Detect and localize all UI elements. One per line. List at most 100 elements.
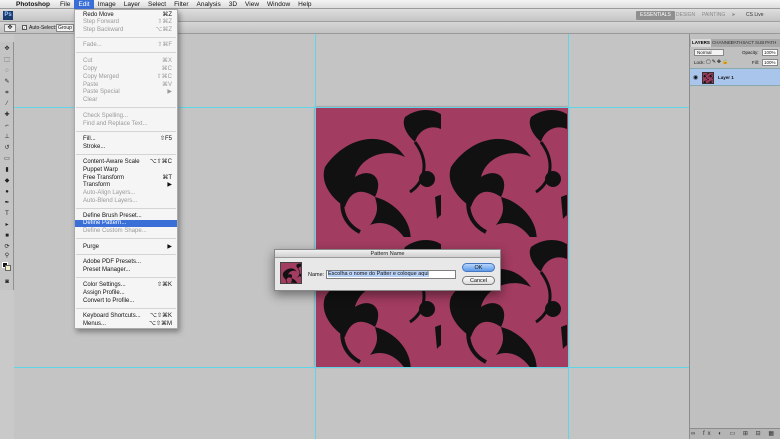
menu-item-find-replace[interactable]: Find and Replace Text... [75,121,177,128]
menu-item-preset-manager[interactable]: Preset Manager... [75,267,177,274]
auto-select-label: Auto-Select: [29,25,57,31]
opacity-input[interactable]: 100% [762,49,778,56]
menu-item-copy[interactable]: Copy ⌘C [75,66,177,73]
workspace-essentials[interactable]: ESSENTIALS [636,11,675,20]
eraser-tool-icon[interactable]: ▭ [2,155,12,164]
floral-pattern [315,107,568,367]
guide-horizontal [14,367,689,368]
auto-select-checkbox[interactable]: ✓ [22,25,27,30]
menu-item-copy-merged[interactable]: Copy Merged ⇧⌘C [75,74,177,81]
move-tool-preset-icon[interactable]: ✥ [4,24,16,32]
stamp-tool-icon[interactable]: ⊥ [2,133,12,142]
type-tool-icon[interactable]: T [2,210,12,219]
lasso-tool-icon[interactable]: ◌ [2,67,12,76]
workspace-design[interactable]: DESIGN [672,11,699,20]
menu-separator [76,52,176,53]
blur-tool-icon[interactable]: ◆ [2,177,12,186]
menu-item-menus[interactable]: Menus... ⌥⇧⌘M [75,321,177,328]
layers-panel-footer[interactable]: ∞ fx ◐ ▭ ⊞ ⊟ ▦ [690,428,780,439]
pattern-name-value: Escolha o nome do Patter e coloque aqui [328,271,429,277]
lock-icons[interactable]: ▢✎✥🔒 [706,59,729,65]
menu-window[interactable]: Window [263,0,294,9]
menu-item-transform[interactable]: Transform ▶ [75,182,177,189]
panel-tabs: LAYERS CHANNEL PATHS ACT SUB PATH [690,39,780,47]
app-menu[interactable]: Photoshop [14,1,56,8]
pattern-name-input[interactable]: Escolha o nome do Patter e coloque aqui [326,270,456,279]
menu-item-redo-move[interactable]: Redo Move ⌘Z [75,12,177,19]
cancel-button[interactable]: Cancel [462,276,495,285]
layer-name: Layer 1 [718,75,734,80]
path-select-tool-icon[interactable]: ▸ [2,221,12,230]
dodge-tool-icon[interactable]: ● [2,188,12,197]
zoom-tool-icon[interactable]: ⚲ [2,252,12,261]
menu-view[interactable]: View [241,0,263,9]
shape-tool-icon[interactable]: ■ [2,232,12,241]
guide-vertical [568,34,569,439]
cs-live-button[interactable]: CS Live [746,11,764,20]
menu-item-color-settings[interactable]: Color Settings... ⇧⌘K [75,282,177,289]
blend-mode-dropdown[interactable]: Normal [694,49,724,56]
opacity-label: Opacity: [742,50,759,55]
menu-3d[interactable]: 3D [225,0,241,9]
menu-item-define-brush-preset[interactable]: Define Brush Preset... [75,213,177,220]
menu-item-fill[interactable]: Fill... ⇧F5 [75,136,177,143]
move-tool-icon[interactable]: ✥ [2,45,12,54]
history-brush-icon[interactable]: ↺ [2,144,12,153]
menu-item-assign-profile[interactable]: Assign Profile... [75,290,177,297]
healing-brush-icon[interactable]: ✚ [2,111,12,120]
menu-select[interactable]: Select [144,0,170,9]
menu-item-convert-to-profile[interactable]: Convert to Profile... [75,298,177,305]
menu-item-stroke[interactable]: Stroke... [75,144,177,151]
menu-analysis[interactable]: Analysis [193,0,225,9]
menu-item-define-custom-shape[interactable]: Define Custom Shape... [75,228,177,235]
marquee-tool-icon[interactable]: ⬚ [2,56,12,65]
mac-menu-bar: Photoshop File Edit Image Layer Select F… [0,0,780,9]
menu-item-puppet-warp[interactable]: Puppet Warp [75,167,177,174]
more-workspaces-button[interactable]: » [728,11,739,20]
menu-separator [76,254,176,255]
menu-layer[interactable]: Layer [120,0,144,9]
workspace-painting[interactable]: PAINTING [698,11,729,20]
tab-path[interactable]: PATH [764,39,777,47]
menu-item-keyboard-shortcuts[interactable]: Keyboard Shortcuts... ⌥⇧⌘K [75,313,177,320]
menu-image[interactable]: Image [94,0,120,9]
fill-input[interactable]: 100% [762,59,778,66]
menu-filter[interactable]: Filter [170,0,192,9]
eye-icon[interactable]: ◉ [693,74,698,81]
menu-edit[interactable]: Edit [74,0,94,9]
menu-item-check-spelling[interactable]: Check Spelling... [75,113,177,120]
menu-item-paste-special[interactable]: Paste Special ▶ [75,89,177,96]
ok-button[interactable]: OK [462,263,495,272]
menu-item-adobe-pdf-presets[interactable]: Adobe PDF Presets... [75,259,177,266]
crop-tool-icon[interactable]: ⌗ [2,89,12,98]
auto-select-dropdown[interactable]: Group [56,24,74,32]
menu-file[interactable]: File [56,0,74,9]
menu-help[interactable]: Help [294,0,315,9]
menu-item-auto-blend-layers[interactable]: Auto-Blend Layers... [75,198,177,205]
menu-item-step-backward[interactable]: Step Backward ⌥⌘Z [75,27,177,34]
document-canvas[interactable] [315,107,568,367]
menu-item-purge[interactable]: Purge ▶ [75,244,177,251]
3d-rotate-tool-icon[interactable]: ⟳ [2,243,12,252]
menu-item-step-forward[interactable]: Step Forward ⇧⌘Z [75,19,177,26]
menu-item-clear[interactable]: Clear [75,97,177,104]
menu-item-auto-align-layers[interactable]: Auto-Align Layers... [75,190,177,197]
menu-item-cut[interactable]: Cut ⌘X [75,58,177,65]
background-color-swatch[interactable] [5,265,11,271]
menu-item-paste[interactable]: Paste ⌘V [75,82,177,89]
quick-mask-icon[interactable]: ◙ [2,278,12,287]
name-label: Name: [308,272,325,278]
eyedropper-tool-icon[interactable]: ⁄ [2,100,12,109]
tab-layers[interactable]: LAYERS [691,39,711,47]
pen-tool-icon[interactable]: ✒ [2,199,12,208]
layer-row[interactable]: ◉ Layer 1 [690,68,780,86]
menu-item-fade[interactable]: Fade... ⇧⌘F [75,42,177,49]
gradient-tool-icon[interactable]: ▮ [2,166,12,175]
brush-tool-icon[interactable]: ⌐ [2,122,12,131]
quick-select-tool-icon[interactable]: ✎ [2,78,12,87]
menu-item-define-pattern[interactable]: Define Pattern... [75,220,177,227]
menu-item-content-aware-scale[interactable]: Content-Aware Scale ⌥⇧⌘C [75,159,177,166]
menu-item-free-transform[interactable]: Free Transform ⌘T [75,175,177,182]
layers-panel: LAYERS CHANNEL PATHS ACT SUB PATH Normal… [689,34,780,439]
pattern-preview-thumbnail [280,262,302,284]
